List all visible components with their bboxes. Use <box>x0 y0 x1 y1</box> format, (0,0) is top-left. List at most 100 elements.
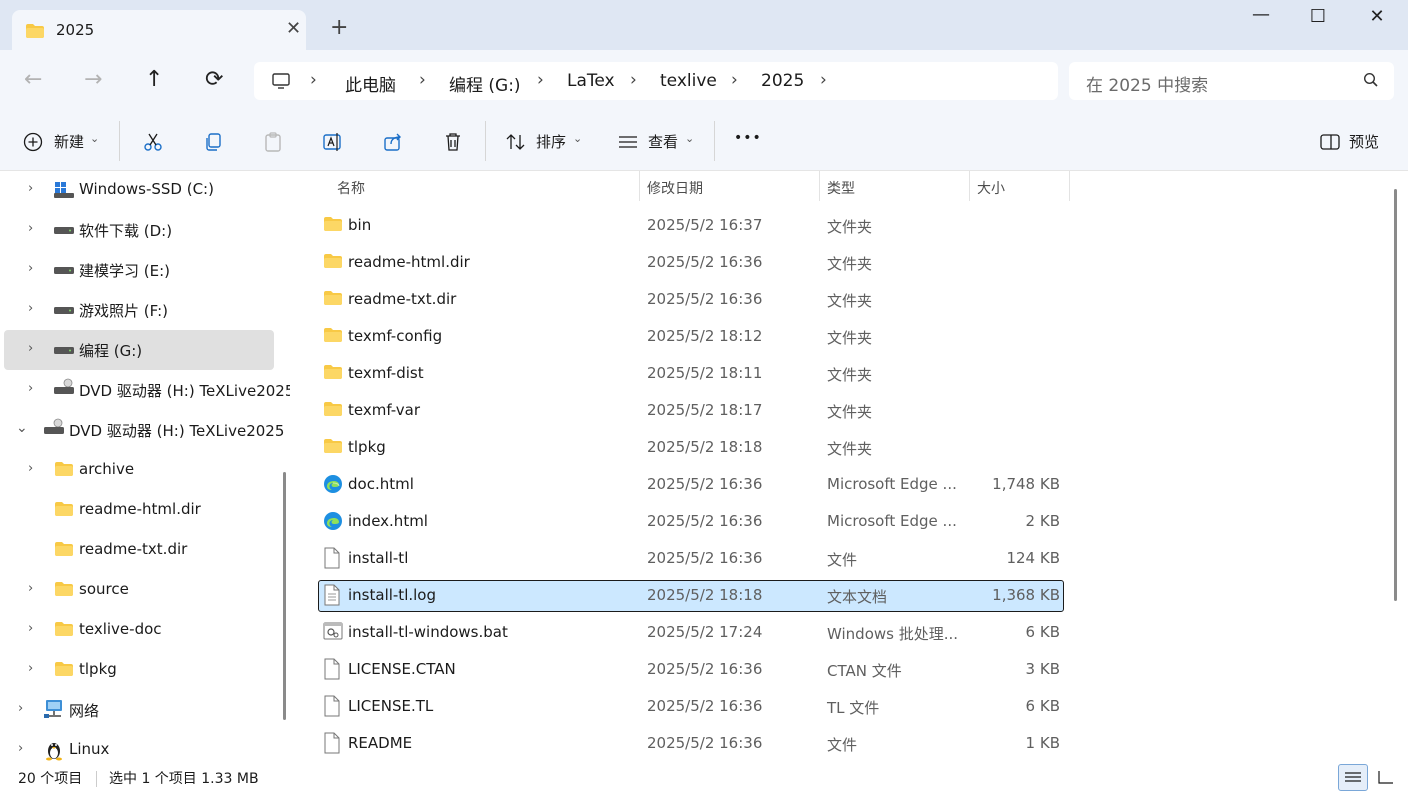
chevron-right-icon[interactable]: › <box>28 621 33 636</box>
sidebar-item-readme-html[interactable]: readme-html.dir <box>4 490 274 530</box>
chevron-right-icon[interactable]: › <box>18 741 23 756</box>
chevron-right-icon[interactable]: › <box>537 70 544 90</box>
breadcrumb-item[interactable]: 此电脑 <box>345 71 396 96</box>
chevron-down-icon[interactable]: ⌄ <box>90 132 99 145</box>
sidebar-item-g-drive[interactable]: › 编程 (G:) <box>4 330 274 370</box>
paste-icon[interactable] <box>262 131 284 153</box>
up-button[interactable]: ↑ <box>145 68 163 92</box>
file-row[interactable]: LICENSE.TL 2025/5/2 16:36 TL 文件 6 KB <box>318 691 1064 723</box>
file-name: texmf-dist <box>348 364 424 382</box>
column-divider[interactable] <box>1069 171 1070 201</box>
sidebar-item-h-drive[interactable]: › DVD 驱动器 (H:) TeXLive2025 <box>4 370 290 410</box>
chevron-right-icon[interactable]: › <box>310 70 317 90</box>
copy-icon[interactable] <box>202 131 224 153</box>
tiles-view-button[interactable] <box>1372 764 1402 791</box>
file-row-selected[interactable]: install-tl.log 2025/5/2 18:18 文本文档 1,368… <box>318 580 1064 612</box>
column-divider[interactable] <box>639 171 640 201</box>
rename-icon[interactable] <box>322 131 344 153</box>
more-options-button[interactable]: ••• <box>734 130 762 146</box>
chevron-right-icon[interactable]: › <box>28 341 33 356</box>
plus-circle-icon[interactable] <box>22 131 44 153</box>
view-icon[interactable] <box>617 131 639 153</box>
text-file-icon <box>323 584 341 610</box>
close-window-button[interactable]: ✕ <box>1365 6 1389 30</box>
sidebar-item-h-drive-expanded[interactable]: ⌄ DVD 驱动器 (H:) TeXLive2025 <box>4 410 284 450</box>
chevron-right-icon[interactable]: › <box>28 261 33 276</box>
view-button[interactable]: 查看 <box>648 131 678 152</box>
chevron-right-icon[interactable]: › <box>28 381 33 396</box>
tab-2025[interactable]: 2025 ✕ <box>12 10 306 50</box>
chevron-right-icon[interactable]: › <box>28 301 33 316</box>
sidebar-item-d-drive[interactable]: › 软件下载 (D:) <box>4 210 274 250</box>
new-tab-button[interactable]: + <box>330 17 348 39</box>
sidebar-item-network[interactable]: › 网络 <box>4 690 274 730</box>
sort-button[interactable]: 排序 <box>536 131 566 152</box>
file-row[interactable]: bin 2025/5/2 16:37 文件夹 <box>318 210 1064 242</box>
chevron-right-icon[interactable]: › <box>28 181 33 196</box>
refresh-button[interactable]: ⟳ <box>205 68 223 92</box>
drive-icon <box>53 343 75 361</box>
chevron-right-icon[interactable]: › <box>820 70 827 90</box>
sidebar-item-texlive-doc[interactable]: › texlive-doc <box>4 610 274 650</box>
file-row[interactable]: LICENSE.CTAN 2025/5/2 16:36 CTAN 文件 3 KB <box>318 654 1064 686</box>
column-header-modified[interactable]: 修改日期 <box>647 178 703 198</box>
file-row[interactable]: install-tl-windows.bat 2025/5/2 17:24 Wi… <box>318 617 1064 649</box>
breadcrumb-item[interactable]: texlive <box>660 71 717 91</box>
file-row[interactable]: install-tl 2025/5/2 16:36 文件 124 KB <box>318 543 1064 575</box>
cut-icon[interactable] <box>142 131 164 153</box>
chevron-right-icon[interactable]: › <box>28 461 33 476</box>
sidebar-item-archive[interactable]: › archive <box>4 450 274 490</box>
column-header-size[interactable]: 大小 <box>977 178 1005 198</box>
chevron-down-icon[interactable]: ⌄ <box>685 132 694 145</box>
new-button[interactable]: 新建 <box>54 131 84 152</box>
maximize-button[interactable]: ☐ <box>1306 6 1330 30</box>
column-divider[interactable] <box>969 171 970 201</box>
file-row[interactable]: README 2025/5/2 16:36 文件 1 KB <box>318 728 1064 760</box>
sidebar-item-linux[interactable]: › Linux <box>4 730 274 763</box>
chevron-down-icon[interactable]: ⌄ <box>573 132 582 145</box>
chevron-right-icon[interactable]: › <box>28 661 33 676</box>
breadcrumb-item[interactable]: 2025 <box>761 71 804 91</box>
breadcrumb-item[interactable]: 编程 (G:) <box>449 71 521 96</box>
preview-pane-icon[interactable] <box>1319 131 1341 153</box>
details-view-button[interactable] <box>1338 764 1368 791</box>
address-bar[interactable]: › 此电脑 › 编程 (G:) › LaTex › texlive › 2025… <box>254 62 1058 100</box>
back-button[interactable]: ← <box>24 68 42 92</box>
file-row[interactable]: texmf-dist 2025/5/2 18:11 文件夹 <box>318 358 1064 390</box>
delete-icon[interactable] <box>442 131 464 153</box>
sidebar-item-source[interactable]: › source <box>4 570 274 610</box>
file-row[interactable]: tlpkg 2025/5/2 18:18 文件夹 <box>318 432 1064 464</box>
sidebar-item-e-drive[interactable]: › 建模学习 (E:) <box>4 250 274 290</box>
tab-close-icon[interactable]: ✕ <box>286 18 301 39</box>
column-header-name[interactable]: 名称 <box>337 178 365 198</box>
breadcrumb-item[interactable]: LaTex <box>567 71 615 91</box>
sort-icon[interactable] <box>505 131 527 153</box>
minimize-button[interactable]: — <box>1249 4 1273 28</box>
chevron-down-icon[interactable]: ⌄ <box>16 420 28 436</box>
sidebar-item-c-drive[interactable]: › Windows-SSD (C:) <box>4 171 274 210</box>
file-row[interactable]: index.html 2025/5/2 16:36 Microsoft Edge… <box>318 506 1064 538</box>
chevron-right-icon[interactable]: › <box>731 70 738 90</box>
sidebar-scrollbar[interactable] <box>283 472 286 720</box>
chevron-right-icon[interactable]: › <box>28 221 33 236</box>
chevron-right-icon[interactable]: › <box>18 701 23 716</box>
sidebar-item-readme-txt[interactable]: readme-txt.dir <box>4 530 274 570</box>
file-row[interactable]: texmf-var 2025/5/2 18:17 文件夹 <box>318 395 1064 427</box>
forward-button[interactable]: → <box>84 68 102 92</box>
file-row[interactable]: readme-txt.dir 2025/5/2 16:36 文件夹 <box>318 284 1064 316</box>
column-header-type[interactable]: 类型 <box>827 178 855 198</box>
file-list-scrollbar[interactable] <box>1394 189 1397 601</box>
share-icon[interactable] <box>382 131 404 153</box>
file-row[interactable]: texmf-config 2025/5/2 18:12 文件夹 <box>318 321 1064 353</box>
chevron-right-icon[interactable]: › <box>419 70 426 90</box>
sidebar-item-f-drive[interactable]: › 游戏照片 (F:) <box>4 290 274 330</box>
chevron-right-icon[interactable]: › <box>630 70 637 90</box>
search-input[interactable]: 在 2025 中搜索 <box>1069 62 1394 100</box>
column-divider[interactable] <box>819 171 820 201</box>
sidebar-item-tlpkg[interactable]: › tlpkg <box>4 650 274 690</box>
file-icon <box>323 695 341 721</box>
preview-button[interactable]: 预览 <box>1349 131 1379 152</box>
chevron-right-icon[interactable]: › <box>28 581 33 596</box>
file-row[interactable]: doc.html 2025/5/2 16:36 Microsoft Edge .… <box>318 469 1064 501</box>
file-row[interactable]: readme-html.dir 2025/5/2 16:36 文件夹 <box>318 247 1064 279</box>
